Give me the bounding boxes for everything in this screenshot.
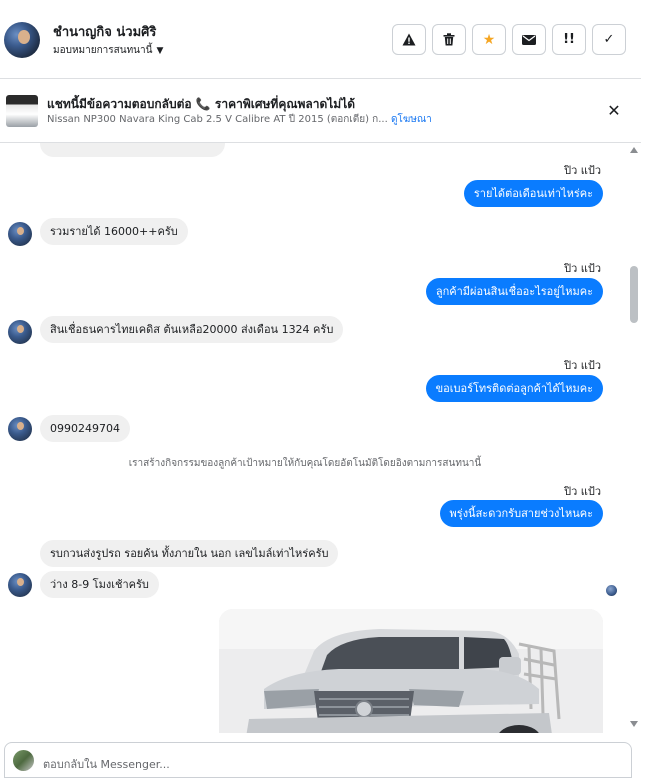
conversation-header: ชำนาญกิจ น่วมศิริ มอบหมายการสนทนานี้ ▼ ★ [0, 0, 641, 79]
message-bubble-incoming[interactable]: ว่าง 8-9 โมงเช้าครับ [40, 571, 159, 598]
ad-reply-banner: แชทนี้มีข้อความตอบกลับต่อ 📞 ราคาพิเศษที่… [0, 79, 641, 143]
scroll-up-arrow-icon[interactable] [630, 147, 638, 153]
message-thread[interactable]: ปิว แป้ว รายได้ต่อเดือนเท่าไหร่คะ รวมราย… [0, 143, 641, 733]
contact-avatar[interactable] [4, 22, 40, 58]
scrollbar-thumb[interactable] [630, 266, 638, 323]
contact-name[interactable]: ชำนาญกิจ น่วมศิริ [53, 21, 156, 42]
pickup-truck-image [219, 609, 603, 733]
spam-button[interactable] [392, 24, 426, 55]
message-bubble-outgoing[interactable]: ลูกค้ามีผ่อนสินเชื่ออะไรอยู่ไหมคะ [425, 278, 603, 305]
ad-title-prefix: แชทนี้มีข้อความตอบกลับต่อ [47, 97, 192, 111]
car-photo-attachment[interactable] [219, 609, 603, 733]
composer-placeholder[interactable]: ตอบกลับใน Messenger... [43, 755, 170, 773]
sender-name: ปิว แป้ว [564, 164, 601, 177]
assign-label: มอบหมายการสนทนานี้ [53, 45, 153, 56]
check-icon: ✓ [603, 32, 615, 47]
view-ad-link[interactable]: ดูโฆษณา [391, 114, 432, 125]
message-bubble-incoming[interactable]: รบกวนส่งรูปรถ รอยค้น ทั้งภายใน นอก เลขไม… [40, 540, 339, 567]
caret-down-icon: ▼ [156, 45, 164, 56]
ad-thumbnail[interactable] [6, 95, 38, 127]
contact-mini-avatar [8, 417, 32, 441]
message-bubble-incoming[interactable]: รวมรายได้ 16000++ครับ [40, 218, 188, 245]
ad-subtitle-text: Nissan NP300 Navara King Cab 2.5 V Calib… [47, 114, 388, 125]
system-notice: เราสร้างกิจกรรมของลูกค้าเป้าหมายให้กับคุ… [128, 458, 482, 469]
mark-done-button[interactable]: ✓ [592, 24, 626, 55]
close-banner-button[interactable]: ✕ [604, 100, 624, 120]
assign-conversation-dropdown[interactable]: มอบหมายการสนทนานี้ ▼ [53, 43, 163, 58]
mark-unread-button[interactable] [512, 24, 546, 55]
contact-mini-avatar [8, 573, 32, 597]
sender-name: ปิว แป้ว [564, 262, 601, 275]
delete-button[interactable] [432, 24, 466, 55]
follow-up-icon: !! [563, 32, 575, 47]
close-icon: ✕ [607, 100, 621, 120]
page-avatar [13, 750, 34, 771]
message-bubble-incoming[interactable]: สินเชื่อธนคารไทยเคดิส ต้นเหลือ20000 ส่งเ… [40, 316, 344, 343]
sender-name: ปิว แป้ว [564, 359, 601, 372]
seen-indicator-avatar [606, 585, 617, 596]
reply-composer[interactable]: ตอบกลับใน Messenger... [4, 742, 632, 778]
follow-up-button[interactable]: !! [552, 24, 586, 55]
envelope-icon [522, 34, 536, 45]
trash-icon [443, 33, 455, 46]
ad-subtitle: Nissan NP300 Navara King Cab 2.5 V Calib… [47, 112, 432, 127]
star-icon: ★ [482, 31, 496, 48]
phone-icon: 📞 [195, 97, 211, 111]
sender-name: ปิว แป้ว [564, 485, 601, 498]
message-bubble-outgoing[interactable]: ขอเบอร์โทรติดต่อลูกค้าได้ไหมคะ [425, 375, 603, 402]
ad-title-suffix: ราคาพิเศษที่คุณพลาดไม่ได้ [214, 97, 356, 111]
message-bubble-outgoing[interactable]: รายได้ต่อเดือนเท่าไหร่คะ [463, 180, 603, 207]
warning-icon [402, 33, 416, 46]
contact-mini-avatar [8, 320, 32, 344]
scroll-down-arrow-icon[interactable] [630, 721, 638, 727]
star-button[interactable]: ★ [472, 24, 506, 55]
contact-mini-avatar [8, 222, 32, 246]
chat-scrollbar[interactable] [626, 143, 641, 733]
message-bubble-incoming [40, 143, 225, 157]
message-bubble-outgoing[interactable]: พรุ่งนี้สะดวกรับสายช่วงไหนคะ [439, 500, 603, 527]
action-toolbar: ★ !! ✓ [392, 24, 626, 55]
message-bubble-incoming[interactable]: 0990249704 [40, 415, 130, 442]
